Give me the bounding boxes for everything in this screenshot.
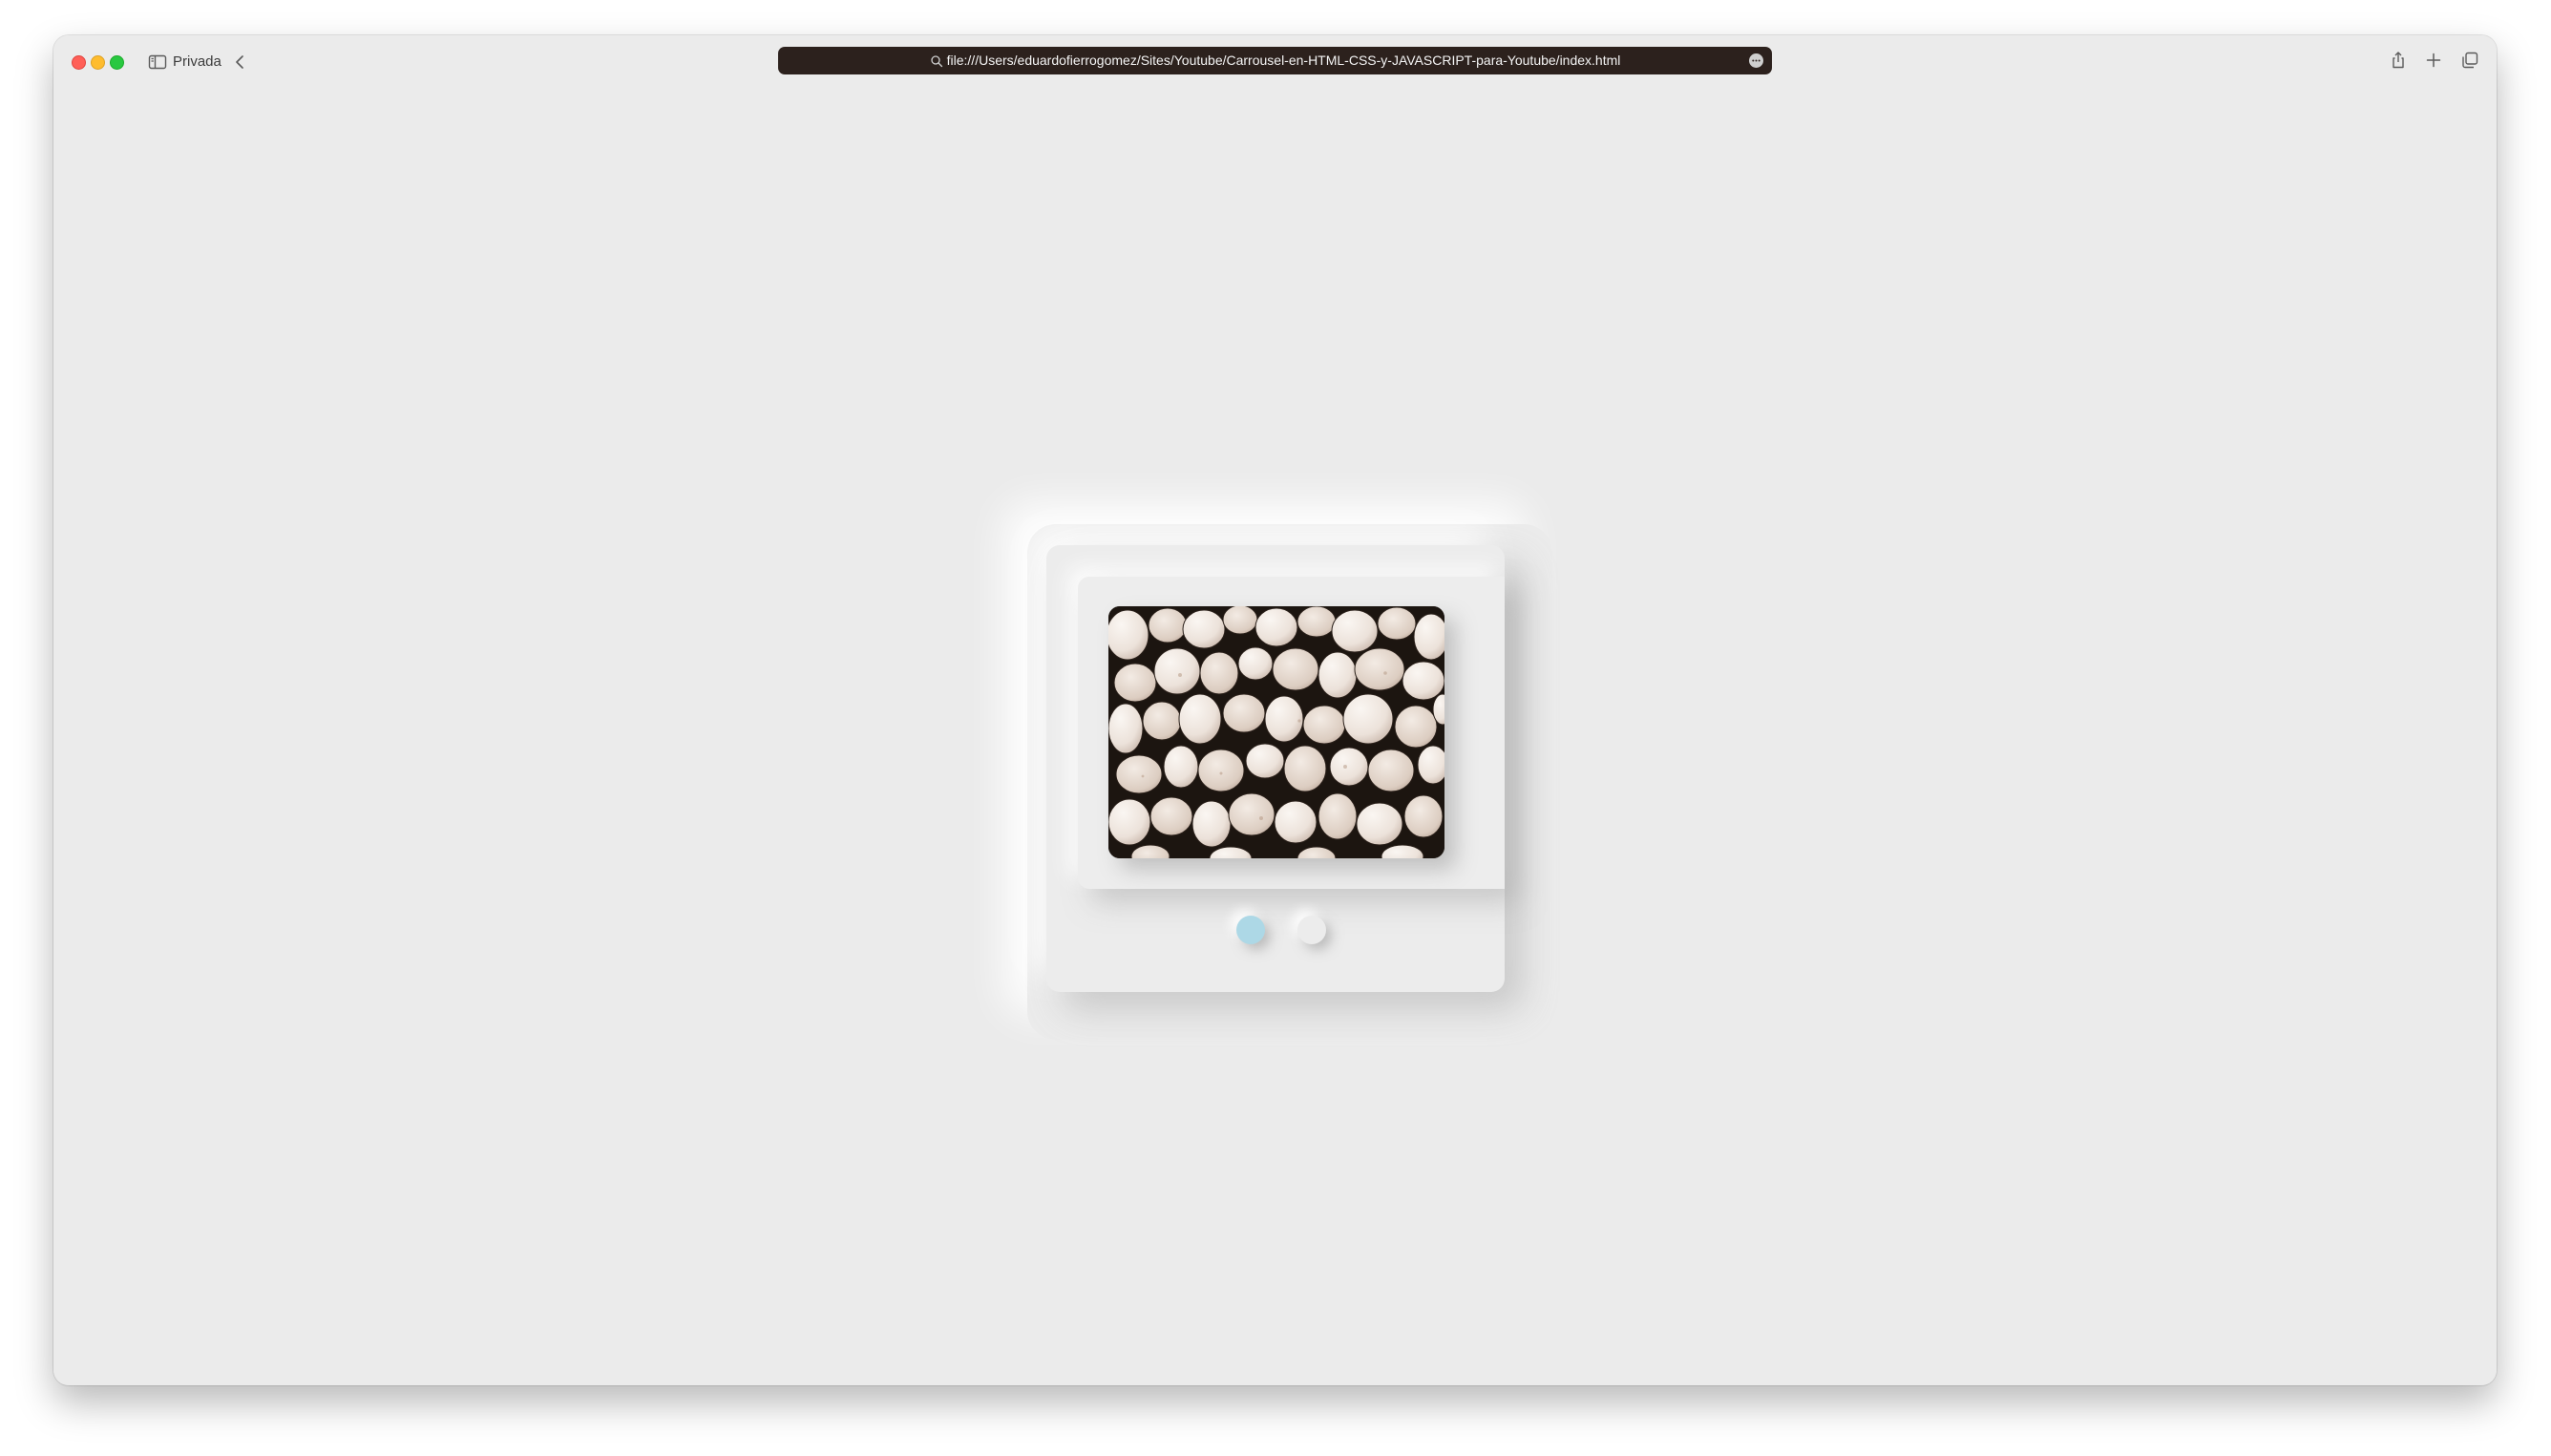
- slide-image: [1108, 606, 1444, 858]
- chevron-left-icon[interactable]: [230, 52, 251, 73]
- minimize-window-button[interactable]: [91, 55, 105, 70]
- address-bar[interactable]: file:///Users/eduardofierrogomez/Sites/Y…: [778, 47, 1772, 74]
- sidebar-icon[interactable]: [147, 52, 168, 73]
- url-text: file:///Users/eduardofierrogomez/Sites/Y…: [946, 53, 1621, 68]
- magnifier-icon: [930, 54, 942, 67]
- private-mode-label: Privada: [173, 53, 221, 70]
- carousel-pagination: [1046, 916, 1505, 946]
- more-icon[interactable]: [1749, 53, 1763, 68]
- address-bar-content: file:///Users/eduardofierrogomez/Sites/Y…: [778, 47, 1772, 74]
- browser-window: Privada file:///Users/eduardofierrogomez…: [53, 35, 2497, 1385]
- tabs-overview-icon[interactable]: [2459, 50, 2480, 71]
- page-content: [53, 89, 2497, 1385]
- carousel-dot-1[interactable]: [1236, 916, 1265, 944]
- pebbles-photo: [1108, 606, 1444, 858]
- browser-toolbar: Privada file:///Users/eduardofierrogomez…: [53, 35, 2497, 89]
- carousel-dot-2[interactable]: [1297, 916, 1326, 944]
- close-window-button[interactable]: [72, 55, 86, 70]
- carousel-card: [1046, 545, 1505, 992]
- slide-frame: [1078, 577, 1505, 889]
- share-icon[interactable]: [2388, 50, 2409, 71]
- maximize-window-button[interactable]: [110, 55, 124, 70]
- plus-icon[interactable]: [2423, 50, 2444, 71]
